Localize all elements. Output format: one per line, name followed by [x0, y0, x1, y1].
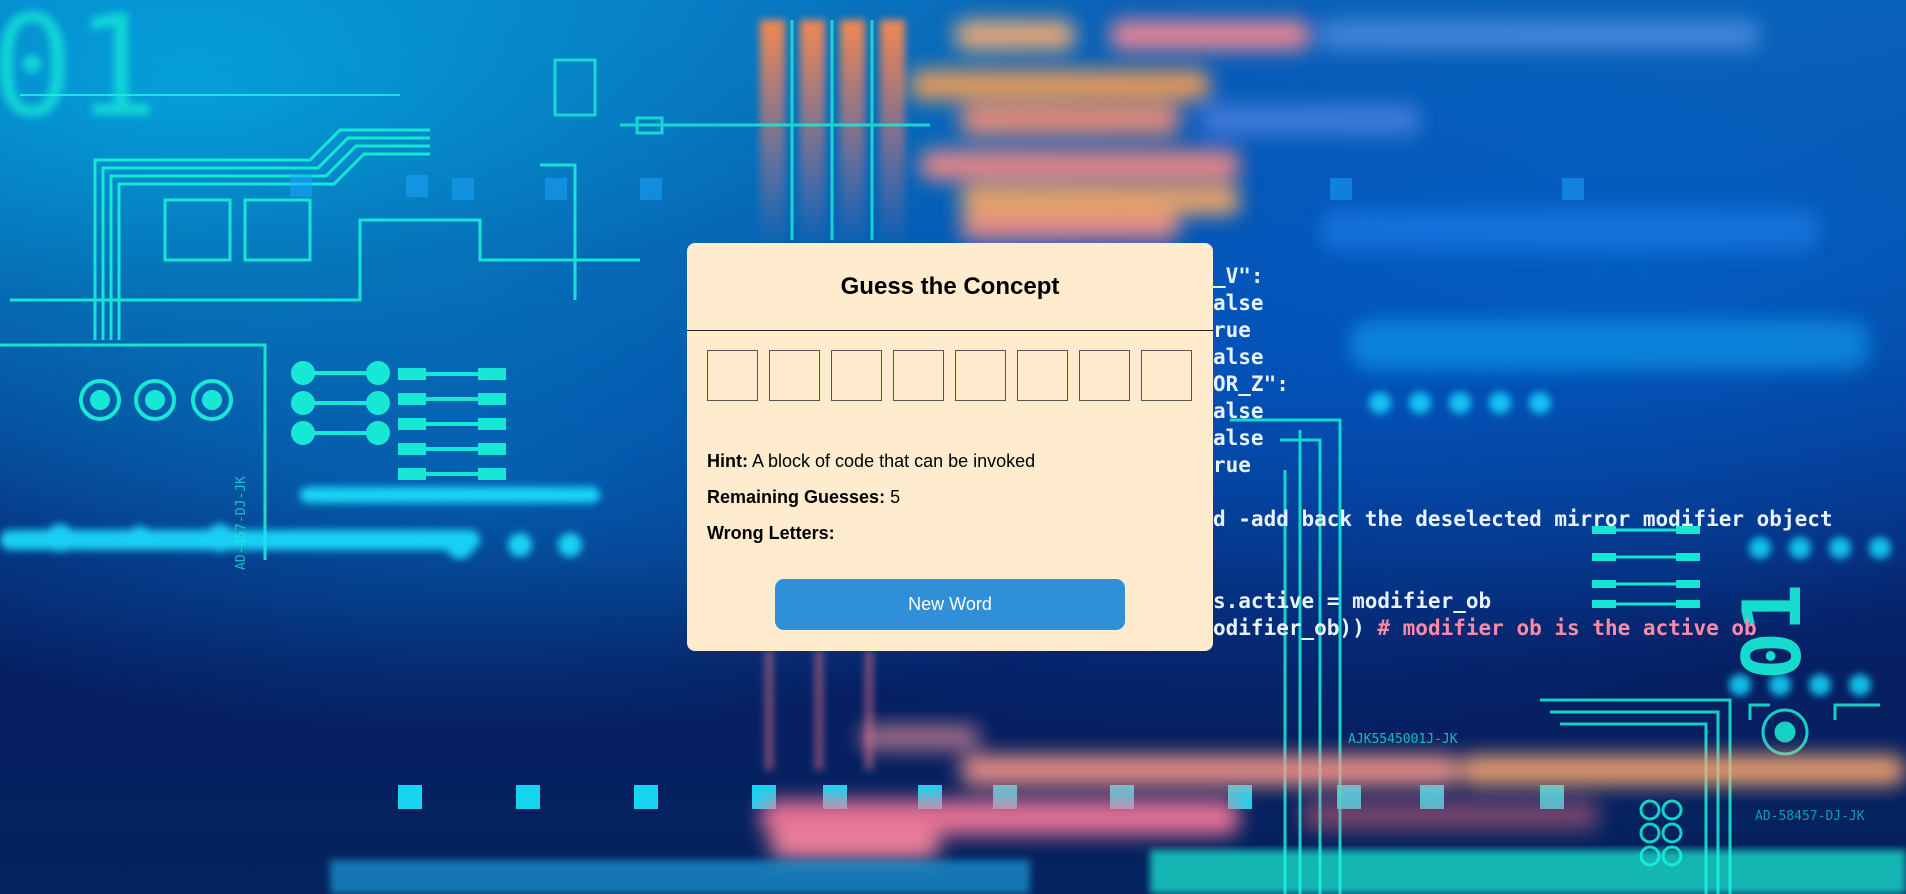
- bottom-glow: [330, 850, 1906, 894]
- node-connectors: [291, 361, 506, 480]
- label-left: AD-457-DJ-JK: [234, 476, 249, 570]
- svg-text:alse: alse: [1213, 426, 1264, 450]
- wrong-letters-label: Wrong Letters:: [707, 523, 835, 543]
- game-title: Guess the Concept: [840, 272, 1060, 300]
- remaining-guesses-value: 5: [890, 487, 901, 507]
- remaining-guesses-label: Remaining Guesses:: [707, 487, 886, 507]
- hint-text: A block of code that can be invoked: [752, 451, 1036, 471]
- label-ad: AD-58457-DJ-JK: [1755, 809, 1865, 824]
- button-wrap: New Word: [687, 559, 1213, 630]
- label-ajk: AJK5545001J-JK: [1348, 732, 1458, 747]
- letter-slot: [769, 350, 820, 401]
- letter-slot: [707, 350, 758, 401]
- game-info: Hint: A block of code that can be invoke…: [687, 401, 1213, 543]
- svg-text:alse: alse: [1213, 291, 1264, 315]
- card-header: Guess the Concept: [687, 243, 1213, 331]
- svg-text:odifier_ob)) # modifier ob is: odifier_ob)) # modifier ob is the active…: [1213, 616, 1757, 640]
- new-word-button[interactable]: New Word: [775, 579, 1125, 630]
- svg-text:alse: alse: [1213, 399, 1264, 423]
- ring-icons: [79, 379, 233, 421]
- glow-band-left: [0, 487, 600, 559]
- letter-slot: [1017, 350, 1068, 401]
- bar-connectors-right: [1592, 526, 1700, 608]
- letter-slot: [1141, 350, 1192, 401]
- vertical-traces-top: [553, 20, 930, 240]
- hint-label: Hint:: [707, 451, 748, 471]
- svg-text:d -add back the deselected mir: d -add back the deselected mirror modifi…: [1213, 507, 1833, 531]
- svg-text:_V":: _V":: [1213, 264, 1264, 288]
- letter-slot: [1079, 350, 1130, 401]
- letter-slot: [831, 350, 882, 401]
- svg-text:OR_Z":: OR_Z":: [1213, 372, 1289, 396]
- svg-text:rue: rue: [1213, 453, 1251, 477]
- digits-top-left: 01: [0, 0, 159, 149]
- game-card: Guess the Concept Hint: A block of code …: [687, 243, 1213, 651]
- letter-slot: [893, 350, 944, 401]
- remaining-guesses-row: Remaining Guesses: 5: [707, 487, 1193, 507]
- svg-text:s.active = modifier_ob: s.active = modifier_ob: [1213, 589, 1491, 613]
- svg-text:alse: alse: [1213, 345, 1264, 369]
- letter-slot: [955, 350, 1006, 401]
- svg-text:rue: rue: [1213, 318, 1251, 342]
- letter-slots: [687, 331, 1213, 401]
- hint-row: Hint: A block of code that can be invoke…: [707, 451, 1193, 471]
- wrong-letters-row: Wrong Letters:: [707, 523, 1193, 543]
